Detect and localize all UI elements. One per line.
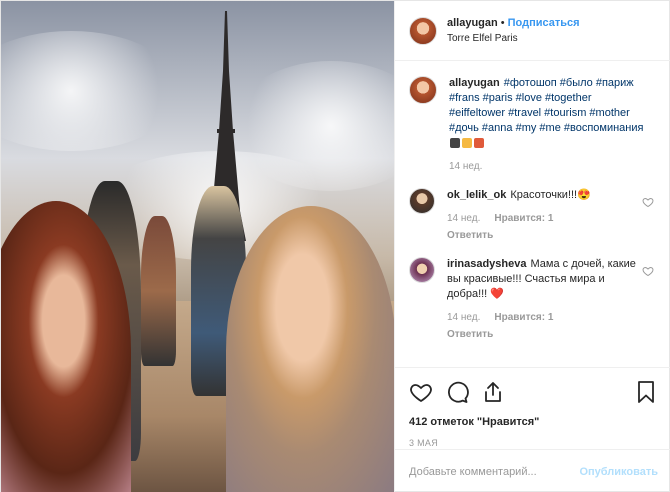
comment-time[interactable]: 14 нед. [447,211,480,226]
avatar[interactable] [409,76,437,104]
comment-username[interactable]: ok_lelik_ok [447,189,506,201]
comment-item: ok_lelik_ok Красоточки!!!😍 14 нед. Нравит… [409,188,658,243]
comment-input[interactable] [409,465,580,478]
post-photo[interactable] [1,1,394,492]
add-comment-bar: Опубликовать [395,449,670,492]
comment-body: irinasadysheva Мама с дочей, какие вы кра… [447,257,647,342]
comments-list[interactable]: allayugan #фотошоп #было #париж #frans #p… [395,62,670,366]
share-icon[interactable] [481,380,505,404]
avatar[interactable] [409,188,435,214]
post-sidebar: allayugan • Подписаться Torre Elfel Paris … [394,1,670,492]
publish-button[interactable]: Опубликовать [579,466,658,478]
comment-item: irinasadysheva Мама с дочей, какие вы кра… [409,257,658,342]
people-emoji-icon [462,138,472,149]
avatar[interactable] [409,16,437,45]
heart-icon[interactable] [642,265,654,277]
bookmark-icon[interactable] [634,380,658,404]
comment-meta: 14 нед. Нравится: 1 [447,310,647,325]
location-link[interactable]: Torre Elfel Paris [447,31,580,46]
comment-meta: 14 нед. Нравится: 1 [447,211,647,226]
caption-time[interactable]: 14 нед. [449,159,482,174]
likes-count[interactable]: 412 отметок "Нравится" [409,416,658,428]
follow-button[interactable]: Подписаться [508,17,580,29]
eiffel-emoji-icon [474,138,484,149]
person-shape [226,206,394,492]
post-date[interactable]: 3 МАЯ [409,438,658,448]
action-icons [409,380,658,404]
caption-item: allayugan #фотошоп #было #париж #frans #p… [409,76,658,174]
separator-dot: • [500,16,505,29]
author-username[interactable]: allayugan [447,17,498,29]
heart-icon[interactable] [409,380,433,404]
post-container: allayugan • Подписаться Torre Elfel Paris … [0,0,670,492]
reply-button[interactable]: Ответить [447,228,647,243]
person-shape [141,216,176,366]
post-actions: 412 отметок "Нравится" 3 МАЯ [395,367,670,448]
post-header: allayugan • Подписаться Torre Elfel Paris [395,1,670,61]
header-text: allayugan • Подписаться Torre Elfel Paris [447,16,580,46]
comment-time[interactable]: 14 нед. [447,310,480,325]
reply-button[interactable]: Ответить [447,327,647,342]
cloud-shape [1,31,181,151]
avatar[interactable] [409,257,435,283]
comment-body: ok_lelik_ok Красоточки!!!😍 14 нед. Нравит… [447,188,647,243]
caption-body: allayugan #фотошоп #было #париж #frans #p… [449,76,649,174]
heart-icon[interactable] [642,196,654,208]
comment-icon[interactable] [445,380,469,404]
comment-text: Красоточки!!!😍 [510,189,591,201]
comment-likes[interactable]: Нравится: 1 [494,211,553,226]
caption-meta: 14 нед. [449,159,649,174]
camera-emoji-icon [450,138,460,149]
comment-likes[interactable]: Нравится: 1 [494,310,553,325]
comment-username[interactable]: irinasadysheva [447,258,527,270]
caption-username[interactable]: allayugan [449,77,500,89]
